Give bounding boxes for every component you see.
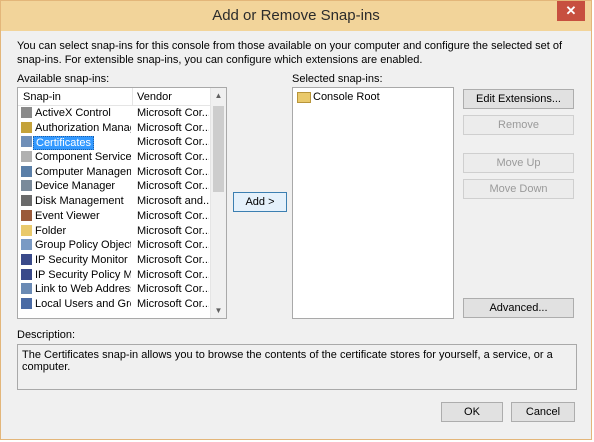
snapin-row[interactable]: Folder Microsoft Cor...: [18, 224, 211, 239]
snapin-vendor: Microsoft Cor...: [137, 283, 209, 296]
snapin-name: Device Manager: [35, 180, 116, 193]
snapin-name: Link to Web Address: [35, 283, 131, 296]
ip-security-policy-icon: [21, 268, 32, 280]
tree-item-console-root[interactable]: Console Root: [297, 91, 380, 103]
snapin-name: IP Security Monitor: [35, 253, 128, 266]
snapin-name: Authorization Manager: [35, 121, 131, 134]
activex-icon: [21, 107, 32, 118]
add-button[interactable]: Add >: [233, 192, 287, 212]
description-box: The Certificates snap-in allows you to b…: [17, 344, 577, 390]
title-bar[interactable]: Add or Remove Snap-ins ✕: [1, 1, 591, 31]
snapin-vendor: Microsoft Cor...: [137, 136, 209, 149]
snapin-vendor: Microsoft Cor...: [137, 165, 209, 178]
snapin-vendor: Microsoft Cor...: [137, 297, 209, 310]
dialog-content: You can select snap-ins for this console…: [3, 31, 589, 437]
snapin-vendor: Microsoft Cor...: [137, 268, 209, 281]
scroll-down-arrow-icon[interactable]: ▼: [211, 303, 226, 318]
snapin-row[interactable]: Event Viewer Microsoft Cor...: [18, 209, 211, 224]
scroll-up-arrow-icon[interactable]: ▲: [211, 88, 226, 103]
selected-snapins-label: Selected snap-ins:: [292, 73, 383, 85]
authorization-icon: [21, 121, 32, 133]
disk-management-icon: [21, 195, 32, 207]
snapin-row[interactable]: ActiveX Control Microsoft Cor...: [18, 106, 211, 121]
snapin-row[interactable]: Link to Web Address Microsoft Cor...: [18, 282, 211, 297]
snapin-row[interactable]: Authorization Manager Microsoft Cor...: [18, 121, 211, 136]
snapin-vendor: Microsoft Cor...: [137, 121, 209, 134]
edit-extensions-button[interactable]: Edit Extensions...: [463, 89, 574, 109]
group-policy-icon: [21, 239, 32, 251]
list-header: Snap-in Vendor: [18, 88, 211, 106]
snapin-vendor: Microsoft Cor...: [137, 151, 209, 164]
snapin-vendor: Microsoft and...: [137, 195, 209, 208]
column-divider[interactable]: [132, 88, 133, 105]
snapin-rows: ActiveX Control Microsoft Cor... Authoriza…: [18, 106, 211, 312]
available-snapins-label: Available snap-ins:: [17, 73, 110, 85]
snapin-row[interactable]: Certificates Microsoft Cor...: [18, 135, 211, 151]
snapin-name: Certificates: [33, 136, 95, 151]
snapin-row[interactable]: Disk Management Microsoft and...: [18, 194, 211, 209]
move-down-button[interactable]: Move Down: [463, 179, 574, 199]
snapin-name: Computer Managem...: [35, 165, 131, 178]
scroll-thumb[interactable]: [213, 106, 224, 192]
snapin-name: Group Policy Object ...: [35, 239, 131, 252]
column-header-snapin[interactable]: Snap-in: [23, 91, 61, 103]
ok-button[interactable]: OK: [441, 402, 503, 422]
snapin-name: IP Security Policy Ma...: [35, 268, 131, 281]
snapin-name: Local Users and Gro...: [35, 297, 131, 310]
description-text: The Certificates snap-in allows you to b…: [22, 349, 553, 373]
snapin-vendor: Microsoft Cor...: [137, 239, 209, 252]
snapin-row[interactable]: Group Policy Object ... Microsoft Cor...: [18, 238, 211, 253]
advanced-button[interactable]: Advanced...: [463, 298, 574, 318]
computer-management-icon: [21, 165, 32, 177]
remove-button[interactable]: Remove: [463, 115, 574, 135]
available-snapins-list[interactable]: Snap-in Vendor ActiveX Control Microsoft …: [17, 87, 227, 319]
list-scrollbar[interactable]: ▲ ▼: [210, 88, 226, 318]
snapin-row[interactable]: IP Security Policy Ma... Microsoft Cor...: [18, 268, 211, 283]
console-root-label: Console Root: [313, 91, 380, 103]
snapin-name: Component Services: [35, 151, 131, 164]
folder-icon: [297, 91, 311, 103]
certificates-icon: [21, 136, 32, 148]
snapin-row[interactable]: Device Manager Microsoft Cor...: [18, 179, 211, 194]
event-viewer-icon: [21, 209, 32, 221]
move-up-button[interactable]: Move Up: [463, 153, 574, 173]
close-button[interactable]: ✕: [557, 1, 585, 21]
snapin-row[interactable]: Local Users and Gro... Microsoft Cor...: [18, 297, 211, 312]
folder-icon: [21, 224, 32, 236]
snapin-row[interactable]: IP Security Monitor Microsoft Cor...: [18, 253, 211, 268]
web-link-icon: [21, 283, 32, 295]
description-label: Description:: [17, 329, 76, 341]
snapin-row[interactable]: Computer Managem... Microsoft Cor...: [18, 165, 211, 180]
snapin-vendor: Microsoft Cor...: [137, 180, 209, 193]
local-users-icon: [21, 297, 32, 309]
component-services-icon: [21, 151, 32, 163]
snapin-row[interactable]: Component Services Microsoft Cor...: [18, 150, 211, 165]
snapin-name: ActiveX Control: [35, 107, 111, 119]
snapin-vendor: Microsoft Cor...: [137, 253, 209, 266]
cancel-button[interactable]: Cancel: [511, 402, 575, 422]
snapin-vendor: Microsoft Cor...: [137, 107, 209, 119]
device-manager-icon: [21, 180, 32, 192]
column-header-vendor[interactable]: Vendor: [137, 91, 172, 103]
snapin-name: Disk Management: [35, 195, 124, 208]
selected-snapins-list[interactable]: Console Root: [292, 87, 454, 319]
ip-security-monitor-icon: [21, 253, 32, 265]
snapin-name: Event Viewer: [35, 209, 100, 222]
dialog-window: Add or Remove Snap-ins ✕ You can select …: [0, 0, 592, 440]
snapin-vendor: Microsoft Cor...: [137, 224, 209, 237]
window-title: Add or Remove Snap-ins: [212, 7, 380, 24]
snapin-name: Folder: [35, 224, 67, 237]
snapin-vendor: Microsoft Cor...: [137, 209, 209, 222]
intro-text: You can select snap-ins for this console…: [17, 40, 563, 66]
